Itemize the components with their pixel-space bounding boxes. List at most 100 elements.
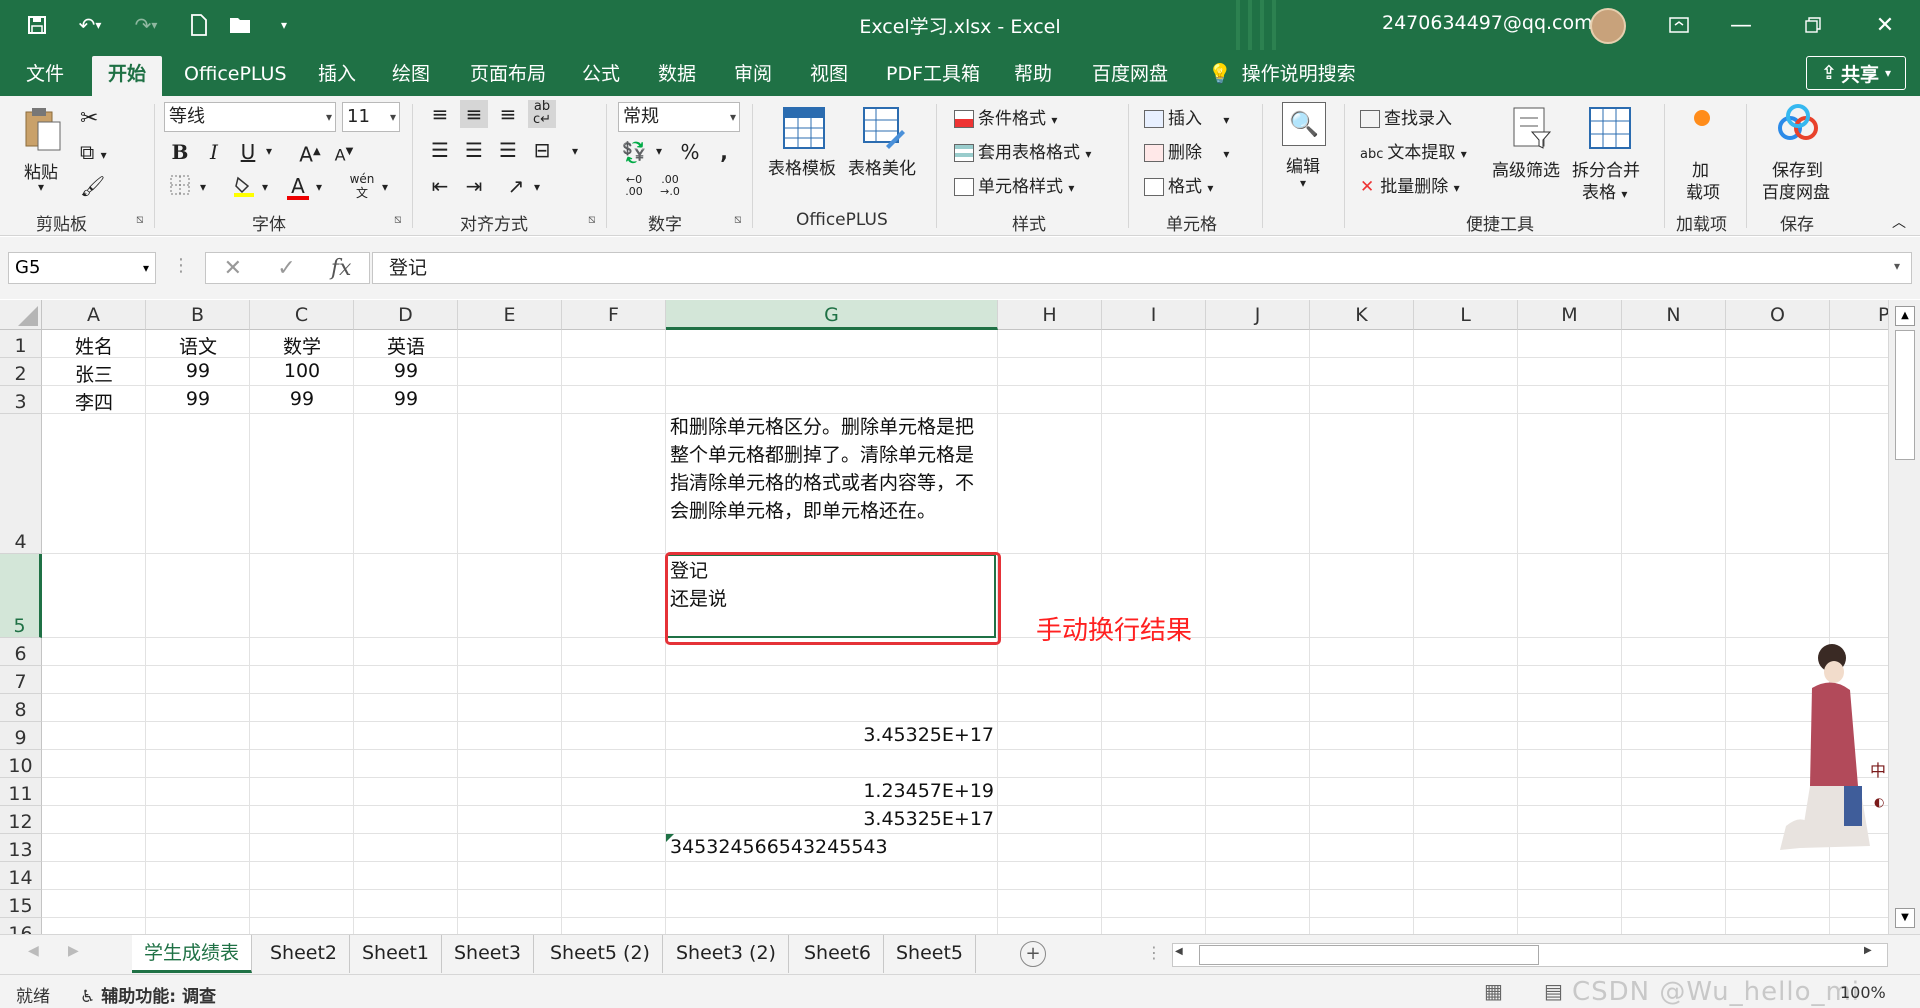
align-center-icon[interactable]: ☰ xyxy=(460,136,488,164)
row-header[interactable]: 9 xyxy=(0,722,42,750)
cut-icon[interactable]: ✂ xyxy=(80,106,98,131)
tab-draw[interactable]: 绘图 xyxy=(386,56,436,96)
sheet-tab[interactable]: Sheet3 (2) xyxy=(664,935,789,973)
page-layout-view-icon[interactable]: ▤ xyxy=(1544,979,1563,1003)
comma-button[interactable]: , xyxy=(710,138,738,166)
column-header[interactable]: H xyxy=(998,300,1102,330)
next-sheet-icon[interactable]: ▶ xyxy=(68,943,79,959)
prev-sheet-icon[interactable]: ◀ xyxy=(28,943,39,959)
select-all-corner[interactable] xyxy=(0,300,42,330)
name-box[interactable]: G5 ▾ xyxy=(8,252,156,284)
cell-G12[interactable]: 3.45325E+17 xyxy=(666,808,998,830)
cell-B1[interactable]: 语文 xyxy=(146,332,250,359)
align-bottom-icon[interactable]: ≡ xyxy=(494,100,522,128)
border-dropdown-icon[interactable]: ▾ xyxy=(200,180,206,194)
row-header[interactable]: 14 xyxy=(0,862,42,890)
normal-view-icon[interactable]: ▦ xyxy=(1484,979,1503,1003)
row-header[interactable]: 7 xyxy=(0,666,42,694)
scroll-up-icon[interactable]: ▲ xyxy=(1895,306,1915,326)
column-header[interactable]: P xyxy=(1830,300,1888,330)
align-right-icon[interactable]: ☰ xyxy=(494,136,522,164)
tab-page-layout[interactable]: 页面布局 xyxy=(464,56,552,96)
tab-formulas[interactable]: 公式 xyxy=(576,56,626,96)
insert-function-icon[interactable]: fx xyxy=(331,256,352,281)
number-format-select[interactable]: 常规 ▾ xyxy=(618,102,740,132)
decrease-indent-icon[interactable]: ⇤ xyxy=(426,172,454,200)
format-painter-icon[interactable]: 🖌 xyxy=(80,174,105,198)
column-header[interactable]: L xyxy=(1414,300,1518,330)
currency-dropdown-icon[interactable]: ▾ xyxy=(656,144,662,158)
tab-data[interactable]: 数据 xyxy=(652,56,702,96)
cell-A2[interactable]: 张三 xyxy=(42,360,146,387)
font-color-icon[interactable]: A xyxy=(284,172,312,200)
orientation-dropdown-icon[interactable]: ▾ xyxy=(534,180,540,194)
merge-dropdown-icon[interactable]: ▾ xyxy=(572,144,578,158)
cell-B2[interactable]: 99 xyxy=(146,360,250,382)
dialog-launcher-icon[interactable]: ⧅ xyxy=(734,212,742,227)
row-header[interactable]: 1 xyxy=(0,330,42,358)
cell-style-button[interactable]: 单元格样式 ▾ xyxy=(954,172,1074,197)
text-extract-button[interactable]: abc 文本提取 ▾ xyxy=(1360,138,1467,163)
paste-dropdown-icon[interactable]: ▾ xyxy=(38,180,44,194)
batch-delete-button[interactable]: ✕ 批量删除 ▾ xyxy=(1360,172,1460,197)
cell-G11[interactable]: 1.23457E+19 xyxy=(666,780,998,802)
row-header[interactable]: 4 xyxy=(0,414,42,554)
tell-me-search[interactable]: 💡 操作说明搜索 xyxy=(1202,56,1362,96)
decrease-font-icon[interactable]: A▼ xyxy=(330,138,358,166)
column-header[interactable]: B xyxy=(146,300,250,330)
underline-button[interactable]: U xyxy=(234,138,262,166)
bold-button[interactable]: B xyxy=(166,138,194,166)
sheet-tab[interactable]: Sheet1 xyxy=(350,935,443,973)
dialog-launcher-icon[interactable]: ⧅ xyxy=(588,212,596,227)
align-left-icon[interactable]: ☰ xyxy=(426,136,454,164)
cell-D1[interactable]: 英语 xyxy=(354,332,458,359)
enter-icon[interactable]: ✓ xyxy=(277,256,295,281)
fill-color-icon[interactable] xyxy=(230,174,258,202)
table-beautify-button[interactable]: 表格美化 xyxy=(848,154,916,179)
advanced-filter-button[interactable]: 高级筛选 xyxy=(1492,156,1560,181)
column-header[interactable]: N xyxy=(1622,300,1726,330)
insert-cells-button[interactable]: 插入 ▾ xyxy=(1144,104,1229,129)
sheet-tab[interactable]: Sheet2 xyxy=(258,935,351,973)
table-beautify-icon[interactable] xyxy=(862,106,906,150)
addins-icon[interactable] xyxy=(1694,110,1710,126)
sheet-tab[interactable]: Sheet3 xyxy=(442,935,535,973)
underline-dropdown-icon[interactable]: ▾ xyxy=(266,144,272,158)
font-name-select[interactable]: 等线 ▾ xyxy=(164,102,336,132)
tab-review[interactable]: 审阅 xyxy=(728,56,778,96)
cell-D3[interactable]: 99 xyxy=(354,388,458,410)
wrap-text-icon[interactable]: ab c↵ xyxy=(528,100,556,128)
sheet-tab[interactable]: Sheet6 xyxy=(792,935,885,973)
save-to-baidu-button-line2[interactable]: 百度网盘 xyxy=(1762,178,1830,203)
row-header[interactable]: 8 xyxy=(0,694,42,722)
cell-C1[interactable]: 数学 xyxy=(250,332,354,359)
tab-file[interactable]: 文件 xyxy=(20,56,70,96)
sheet-tab[interactable]: Sheet5 (2) xyxy=(538,935,663,973)
close-icon[interactable]: ✕ xyxy=(1862,8,1908,42)
merge-center-icon[interactable]: ⊟ xyxy=(528,136,556,164)
ribbon-display-icon[interactable] xyxy=(1656,8,1702,42)
align-top-icon[interactable]: ≡ xyxy=(426,100,454,128)
tab-home[interactable]: 开始 xyxy=(92,56,162,96)
font-color-dropdown-icon[interactable]: ▾ xyxy=(316,180,322,194)
phonetic-dropdown-icon[interactable]: ▾ xyxy=(382,180,388,194)
split-merge-button-line2[interactable]: 表格 ▾ xyxy=(1582,178,1627,203)
align-middle-icon[interactable]: ≡ xyxy=(460,100,488,128)
find-entry-button[interactable]: 查找录入 xyxy=(1360,104,1452,129)
increase-decimal-icon[interactable]: ←0.00 xyxy=(620,174,648,202)
column-header[interactable]: G xyxy=(666,300,998,330)
edit-dropdown-icon[interactable]: ▾ xyxy=(1300,176,1306,190)
conditional-format-button[interactable]: 条件格式 ▾ xyxy=(954,104,1057,129)
cell-A1[interactable]: 姓名 xyxy=(42,332,146,359)
fill-color-dropdown-icon[interactable]: ▾ xyxy=(262,180,268,194)
user-account[interactable]: 2470634497@qq.com xyxy=(1382,12,1593,34)
row-header[interactable]: 3 xyxy=(0,386,42,414)
orientation-icon[interactable]: ↗ xyxy=(502,172,530,200)
row-header[interactable]: 12 xyxy=(0,806,42,834)
border-icon[interactable] xyxy=(166,174,194,202)
sheet-tab[interactable]: Sheet5 xyxy=(884,935,977,973)
currency-icon[interactable]: 💱 xyxy=(620,138,648,166)
increase-indent-icon[interactable]: ⇥ xyxy=(460,172,488,200)
column-header[interactable]: J xyxy=(1206,300,1310,330)
cell-A3[interactable]: 李四 xyxy=(42,388,146,415)
